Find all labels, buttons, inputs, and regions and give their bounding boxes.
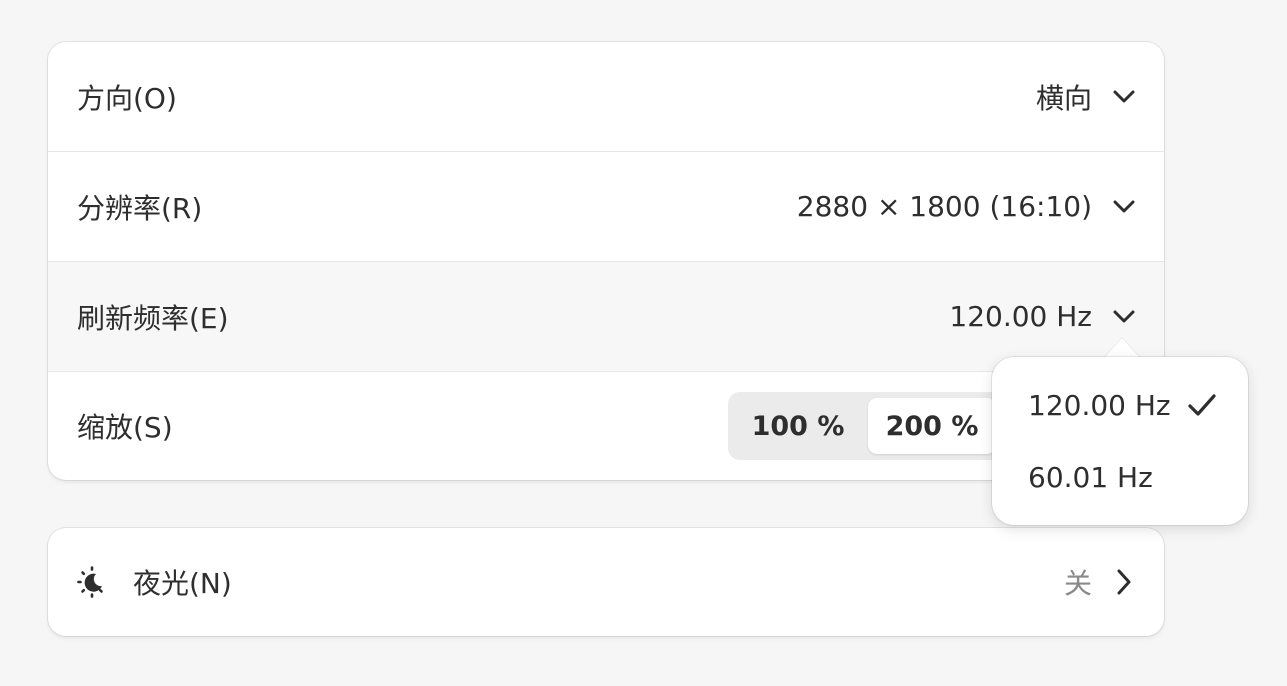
scale-toggle: 100 % 200 % bbox=[728, 392, 1008, 460]
refresh-rate-row[interactable]: 刷新频率(E) 120.00 Hz bbox=[48, 262, 1164, 372]
night-light-icon bbox=[77, 565, 111, 599]
resolution-value: 2880 × 1800 (16:10) bbox=[796, 190, 1092, 223]
checkmark-icon bbox=[1187, 390, 1217, 420]
refresh-rate-value: 120.00 Hz bbox=[949, 300, 1092, 333]
chevron-down-icon[interactable] bbox=[1112, 195, 1136, 219]
refresh-option-60[interactable]: 60.01 Hz bbox=[992, 441, 1248, 513]
refresh-rate-label: 刷新频率(E) bbox=[77, 301, 229, 335]
refresh-option-label: 60.01 Hz bbox=[1028, 460, 1153, 494]
resolution-row[interactable]: 分辨率(R) 2880 × 1800 (16:10) bbox=[48, 152, 1164, 262]
night-light-row[interactable]: 夜光(N) 关 bbox=[48, 528, 1164, 636]
night-light-label: 夜光(N) bbox=[133, 567, 232, 600]
refresh-rate-popover: 120.00 Hz 60.01 Hz bbox=[992, 357, 1248, 525]
chevron-down-icon[interactable] bbox=[1112, 85, 1136, 109]
resolution-label: 分辨率(R) bbox=[77, 191, 203, 225]
night-light-status: 关 bbox=[1063, 567, 1092, 600]
refresh-option-120[interactable]: 120.00 Hz bbox=[992, 369, 1248, 441]
night-light-group: 夜光(N) 关 bbox=[48, 528, 1164, 636]
scale-option-200[interactable]: 200 % bbox=[868, 398, 996, 454]
orientation-value: 横向 bbox=[1035, 81, 1092, 115]
orientation-label: 方向(O) bbox=[77, 81, 177, 115]
chevron-down-icon[interactable] bbox=[1112, 305, 1136, 329]
refresh-option-label: 120.00 Hz bbox=[1028, 388, 1171, 422]
chevron-right-icon[interactable] bbox=[1112, 569, 1136, 595]
scale-option-100[interactable]: 100 % bbox=[734, 398, 862, 454]
orientation-row[interactable]: 方向(O) 横向 bbox=[48, 42, 1164, 152]
popover-arrow bbox=[1104, 338, 1140, 358]
